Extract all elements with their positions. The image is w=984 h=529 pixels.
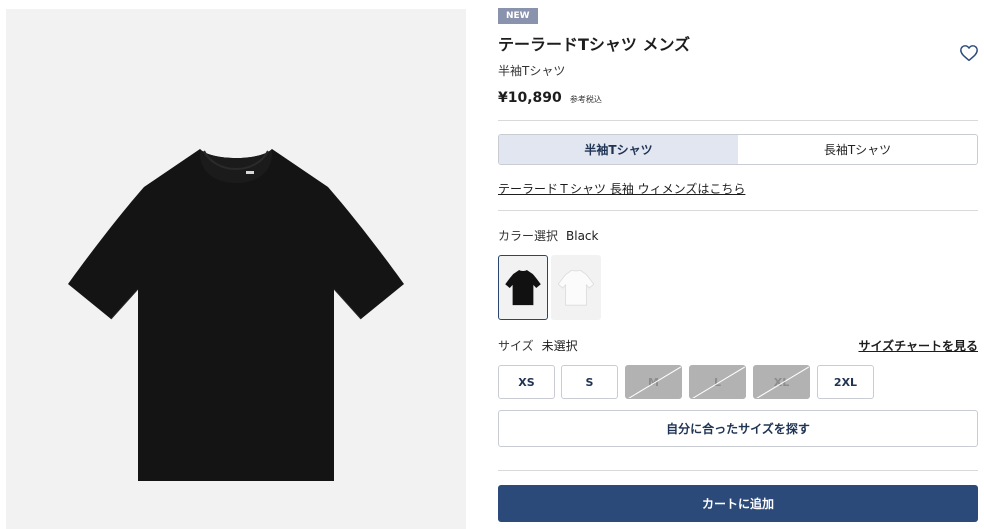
color-label-text: カラー選択: [498, 229, 559, 243]
product-subtitle: 半袖Tシャツ: [498, 64, 566, 78]
price: ¥10,890: [498, 90, 562, 106]
size-button-xs[interactable]: XS: [498, 365, 555, 399]
size-finder-button[interactable]: 自分に合ったサイズを探す: [498, 410, 978, 447]
size-button-l[interactable]: L: [689, 365, 746, 399]
new-badge: NEW: [498, 8, 538, 24]
color-swatch-white[interactable]: [551, 255, 601, 320]
tab-long-sleeve[interactable]: 長袖Tシャツ: [738, 135, 977, 164]
sleeve-toggle: 半袖Tシャツ 長袖Tシャツ: [498, 134, 978, 165]
selected-color: Black: [566, 229, 599, 243]
womens-version-link[interactable]: テーラードＴシャツ 長袖 ウィメンズはこちら: [498, 180, 745, 197]
size-label-text: サイズ: [498, 339, 534, 353]
swatch-white-tshirt-image: [558, 269, 594, 306]
heart-outline-icon[interactable]: [959, 44, 979, 62]
size-options: XS S M L XL 2XL: [498, 365, 978, 399]
add-to-cart-button[interactable]: カートに追加: [498, 485, 978, 522]
product-image-tshirt: [68, 149, 404, 481]
swatch-black-tshirt-image: [505, 269, 541, 305]
tab-short-sleeve[interactable]: 半袖Tシャツ: [499, 135, 738, 164]
size-label: サイズ 未選択: [498, 337, 578, 354]
size-chart-link[interactable]: サイズチャートを見る: [858, 337, 978, 354]
size-button-m[interactable]: M: [625, 365, 682, 399]
size-button-xl[interactable]: XL: [753, 365, 810, 399]
divider: [498, 470, 978, 471]
tax-note: 参考税込: [569, 95, 602, 104]
price-row: ¥10,890 参考税込: [498, 87, 602, 106]
product-image-panel[interactable]: [6, 9, 466, 529]
divider: [498, 120, 978, 121]
size-button-s[interactable]: S: [561, 365, 618, 399]
size-button-2xl[interactable]: 2XL: [817, 365, 874, 399]
divider: [498, 210, 978, 211]
product-title: テーラードTシャツ メンズ: [498, 35, 691, 54]
product-info: NEW テーラードTシャツ メンズ 半袖Tシャツ ¥10,890 参考税込 半袖…: [498, 0, 978, 529]
color-swatch-black[interactable]: [498, 255, 548, 320]
selected-size: 未選択: [541, 339, 578, 353]
color-label: カラー選択 Black: [498, 227, 598, 244]
